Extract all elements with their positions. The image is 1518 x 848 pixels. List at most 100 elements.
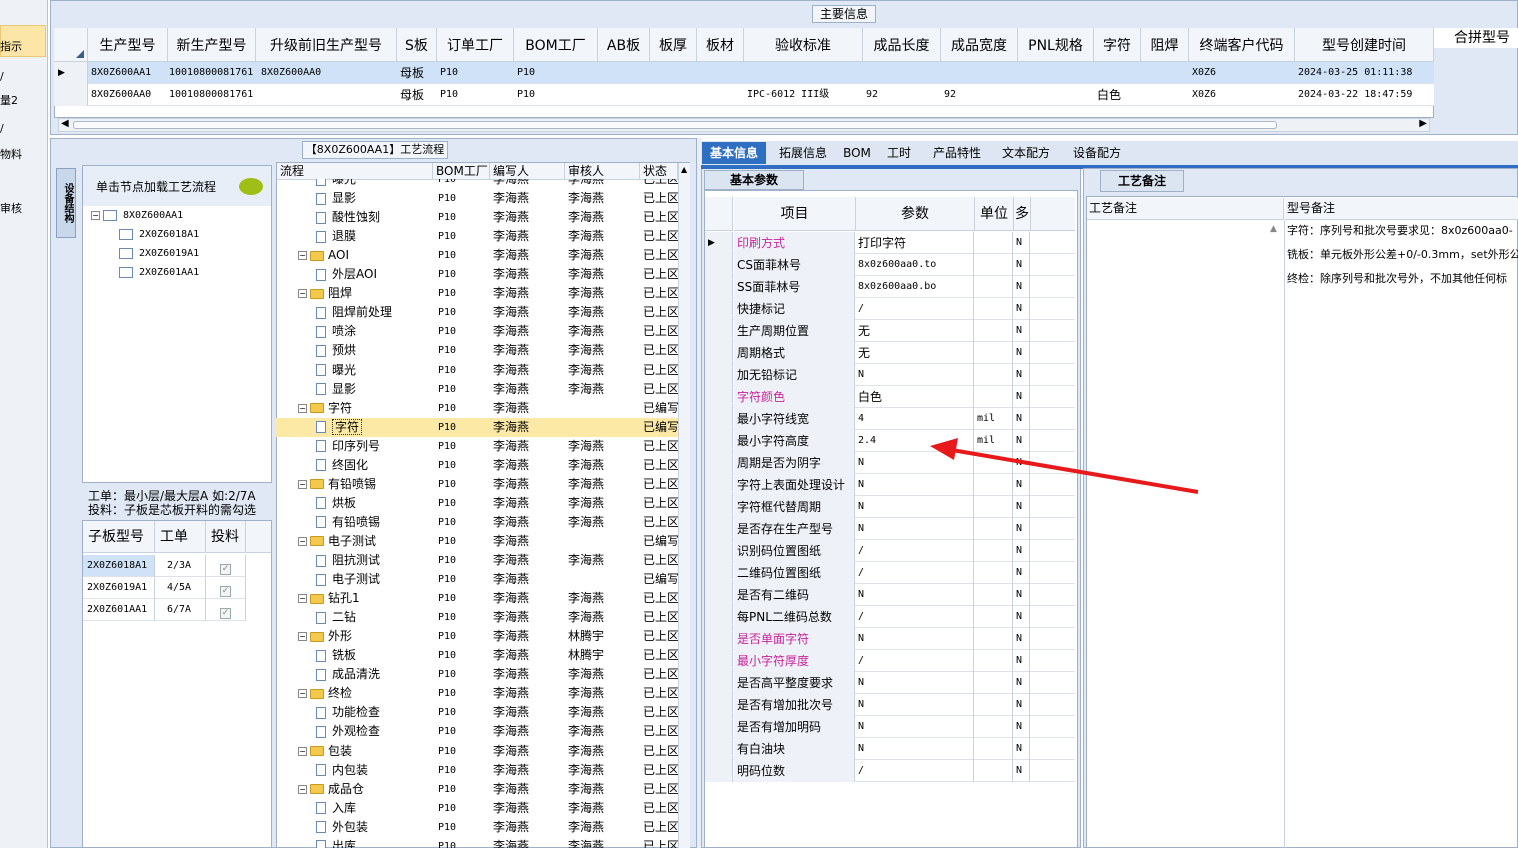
row-indicator[interactable] [705,276,733,298]
flow-step[interactable]: 显影 [316,189,432,208]
flow-step[interactable]: − 字符 [298,399,432,418]
flow-v-scrollbar[interactable]: ▲ [678,163,690,848]
flow-step[interactable]: 显影 [316,380,432,399]
column-header[interactable]: 板材 [697,28,744,62]
param-row[interactable]: 每PNL二维码总数 / N [705,606,1075,628]
column-header[interactable]: 终端客户代码 [1189,28,1295,62]
flow-step[interactable]: 电子测试 [316,570,432,589]
flow-row[interactable]: − 字符 P10 李海燕 已编写 [276,399,680,418]
flow-step[interactable]: 外观检查 [316,722,432,741]
left-nav-item[interactable]: 审核 [0,200,22,216]
flow-column-header[interactable]: BOM工厂 [433,163,490,180]
param-column-header[interactable]: 单位 [975,197,1014,231]
flow-step[interactable]: − 钻孔1 [298,589,432,608]
row-indicator[interactable] [705,650,733,672]
sub-model-cell[interactable]: 2X0Z601AA1 [83,599,155,621]
flow-step[interactable]: 出库 [316,837,432,848]
param-value[interactable]: / [856,760,974,782]
flow-step[interactable]: 阻抗测试 [316,551,432,570]
flow-column-header[interactable]: 编写人 [490,163,565,180]
flow-row[interactable]: 二钻 P10 李海燕 李海燕 已上区 [276,608,680,627]
flow-row[interactable]: − 外形 P10 李海燕 林腾宇 已上区 [276,627,680,646]
param-row[interactable]: 是否高平整度要求 N N [705,672,1075,694]
collapse-icon[interactable]: − [298,784,307,794]
flow-row[interactable]: − AOI P10 李海燕 李海燕 已上区 [276,246,680,265]
param-flag[interactable]: N [1014,232,1030,254]
param-flag[interactable]: N [1014,276,1030,298]
merge-model-header[interactable]: 合拼型号 [1434,28,1518,48]
param-value[interactable]: 无 [856,342,974,364]
param-row[interactable]: SS面菲林号 8x0z600aa0.bo N [705,276,1075,298]
row-indicator[interactable] [54,84,88,106]
tree-root[interactable]: −8X0Z600AA1 [91,208,183,221]
flow-row[interactable]: 显影 P10 李海燕 李海燕 已上区 [276,380,680,399]
sub-model-cell[interactable]: 2X0Z6019A1 [83,577,155,599]
flow-row[interactable]: 显影 P10 李海燕 李海燕 已上区 [276,189,680,208]
flow-row[interactable]: − 包装 P10 李海燕 李海燕 已上区 [276,742,680,761]
flow-step[interactable]: 终固化 [316,456,432,475]
comment-bubble-icon[interactable] [239,178,263,195]
column-header[interactable]: 订单工厂 [437,28,514,62]
column-header[interactable]: 成品长度 [863,28,941,62]
flow-row[interactable]: − 有铅喷锡 P10 李海燕 李海燕 已上区 [276,475,680,494]
param-row[interactable]: 是否有二维码 N N [705,584,1075,606]
flow-step[interactable]: − 终检 [298,684,432,703]
flow-step[interactable]: − 包装 [298,742,432,761]
param-row[interactable]: 有白油块 N N [705,738,1075,760]
flow-row[interactable]: 预烘 P10 李海燕 李海燕 已上区 [276,341,680,360]
left-nav-item[interactable]: 量2 [0,92,18,108]
notes-scroll-up-icon[interactable]: ▲ [1270,224,1277,234]
param-row[interactable]: CS面菲林号 8x0z600aa0.to N [705,254,1075,276]
flow-row[interactable]: 内包装 P10 李海燕 李海燕 已上区 [276,761,680,780]
param-value[interactable]: / [856,650,974,672]
column-header[interactable]: 验收标准 [744,28,863,62]
param-flag[interactable]: N [1014,694,1030,716]
column-header[interactable]: 型号创建时间 [1295,28,1434,62]
param-flag[interactable]: N [1014,760,1030,782]
param-value[interactable]: 打印字符 [856,232,974,254]
param-flag[interactable]: N [1014,408,1030,430]
flow-row[interactable]: 电子测试 P10 李海燕 已编写 [276,570,680,589]
row-indicator[interactable] [705,738,733,760]
row-indicator[interactable] [705,628,733,650]
column-header[interactable]: S板 [397,28,437,62]
flow-step[interactable]: 内包装 [316,761,432,780]
param-row[interactable]: 最小字符线宽 4 mil N [705,408,1075,430]
row-indicator[interactable] [705,716,733,738]
detail-tab[interactable]: BOM [841,142,873,164]
param-flag[interactable]: N [1014,298,1030,320]
row-indicator[interactable] [705,584,733,606]
param-flag[interactable]: N [1014,584,1030,606]
scroll-right-icon[interactable]: ▶ [1419,118,1427,129]
sub-feed-cell[interactable]: ✓ [206,577,246,599]
notes-col-process[interactable]: 工艺备注 [1087,198,1284,220]
param-value[interactable]: N [856,628,974,650]
param-row[interactable]: 是否存在生产型号 N N [705,518,1075,540]
column-header[interactable]: 新生产型号 [168,28,256,62]
flow-row[interactable]: 功能检查 P10 李海燕 李海燕 已上区 [276,703,680,722]
detail-tab[interactable]: 基本信息 [702,142,766,164]
detail-tab[interactable]: 工时 [880,142,918,164]
column-header[interactable]: 阻焊 [1141,28,1189,62]
row-indicator[interactable] [705,452,733,474]
flow-row[interactable]: − 钻孔1 P10 李海燕 李海燕 已上区 [276,589,680,608]
flow-row[interactable]: 出库 P10 李海燕 李海燕 已上区 [276,837,680,848]
scroll-left-icon[interactable]: ◀ [61,118,69,129]
flow-row[interactable]: 曝光 P10 李海燕 李海燕 已上区 [276,179,680,189]
flow-row[interactable]: − 电子测试 P10 李海燕 已编写 [276,532,680,551]
tab-process-notes[interactable]: 工艺备注 [1100,170,1184,192]
flow-row[interactable]: 成品清洗 P10 李海燕 李海燕 已上区 [276,665,680,684]
flow-step[interactable]: 曝光 [316,179,432,189]
detail-tab[interactable]: 产品特性 [924,142,990,164]
param-flag[interactable]: N [1014,320,1030,342]
row-indicator[interactable] [705,386,733,408]
param-row[interactable]: 是否有增加明码 N N [705,716,1075,738]
flow-step[interactable]: − 电子测试 [298,532,432,551]
sub-feed-cell[interactable]: ✓ [206,599,246,621]
flow-step[interactable]: 字符 [316,418,432,437]
column-header[interactable]: PNL规格 [1018,28,1094,62]
param-row[interactable]: 加无铅标记 N N [705,364,1075,386]
param-value[interactable]: / [856,298,974,320]
flow-row[interactable]: 有铅喷锡 P10 李海燕 李海燕 已上区 [276,513,680,532]
flow-row[interactable]: 退膜 P10 李海燕 李海燕 已上区 [276,227,680,246]
